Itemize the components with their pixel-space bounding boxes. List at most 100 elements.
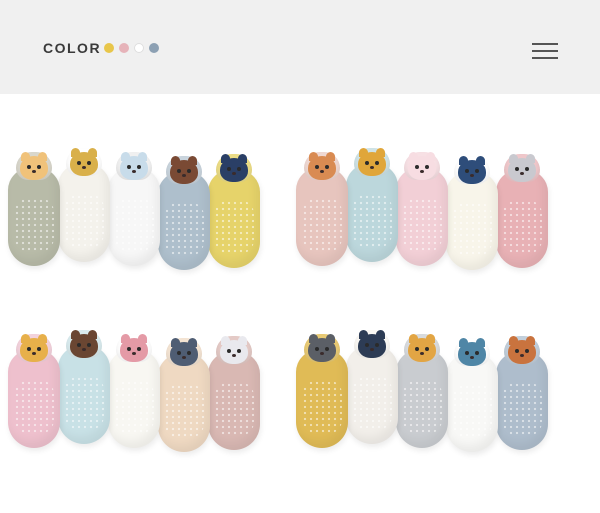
eye-icon <box>227 167 231 171</box>
nose-icon <box>82 166 86 169</box>
sock-set-2 <box>296 134 586 304</box>
dinosaur-face-icon <box>70 148 98 176</box>
sock-rabbit <box>208 330 260 450</box>
eye-icon <box>415 347 419 351</box>
nose-icon <box>420 352 424 355</box>
sock-dinosaur <box>58 142 110 262</box>
nose-icon <box>320 170 324 173</box>
sock-lion <box>8 146 60 266</box>
sock-fox <box>296 146 348 266</box>
sock-bunny <box>396 146 448 266</box>
swatch-blue-gray[interactable] <box>149 43 159 53</box>
eye-icon <box>137 165 141 169</box>
ear-icon <box>409 152 418 161</box>
eye-icon <box>465 169 469 173</box>
eye-icon <box>227 349 231 353</box>
eye-icon <box>127 347 131 351</box>
nose-icon <box>82 348 86 351</box>
bunny-face-icon <box>408 152 436 180</box>
eye-icon <box>237 167 241 171</box>
eye-icon <box>137 347 141 351</box>
swatch-pink[interactable] <box>119 43 129 53</box>
eye-icon <box>515 167 519 171</box>
ear-icon <box>238 154 247 163</box>
sock-body <box>108 168 160 266</box>
ear-icon <box>238 336 247 345</box>
pig-face-icon <box>120 334 148 362</box>
ear-icon <box>326 334 335 343</box>
sock-lion <box>8 328 60 448</box>
ear-icon <box>188 338 197 347</box>
ear-icon <box>221 154 230 163</box>
sock-body <box>108 350 160 448</box>
eye-icon <box>87 161 91 165</box>
ear-icon <box>459 338 468 347</box>
ear-icon <box>376 148 385 157</box>
ear-icon <box>188 156 197 165</box>
ear-icon <box>88 148 97 157</box>
eye-icon <box>375 161 379 165</box>
sock-body <box>496 170 548 268</box>
nose-icon <box>370 348 374 351</box>
ear-icon <box>71 148 80 157</box>
sock-set-4 <box>296 316 586 486</box>
eye-icon <box>187 169 191 173</box>
nose-icon <box>132 170 136 173</box>
sock-body <box>446 172 498 270</box>
color-swatches <box>104 43 159 53</box>
color-label: COLOR <box>43 40 102 56</box>
ear-icon <box>359 148 368 157</box>
cat-face-icon <box>508 154 536 182</box>
ear-icon <box>309 152 318 161</box>
sock-body <box>296 168 348 266</box>
ear-icon <box>509 154 518 163</box>
shiba-face-icon <box>408 334 436 362</box>
ear-icon <box>476 338 485 347</box>
ear-icon <box>138 152 147 161</box>
eye-icon <box>315 165 319 169</box>
sock-raccoon <box>296 328 348 448</box>
nose-icon <box>32 170 36 173</box>
eye-icon <box>27 347 31 351</box>
product-photo <box>0 106 600 513</box>
swatch-yellow[interactable] <box>104 43 114 53</box>
ear-icon <box>459 156 468 165</box>
nose-icon <box>232 354 236 357</box>
nose-icon <box>520 354 524 357</box>
eye-icon <box>187 351 191 355</box>
nose-icon <box>232 172 236 175</box>
eye-icon <box>315 347 319 351</box>
sock-body <box>8 168 60 266</box>
eye-icon <box>77 161 81 165</box>
sock-body <box>208 170 260 268</box>
ear-icon <box>426 334 435 343</box>
sock-body <box>396 168 448 266</box>
ear-icon <box>359 330 368 339</box>
eye-icon <box>525 167 529 171</box>
eye-icon <box>37 347 41 351</box>
dinosaur-face-icon <box>458 338 486 366</box>
ear-icon <box>426 152 435 161</box>
ear-icon <box>121 152 130 161</box>
ear-icon <box>326 152 335 161</box>
ear-icon <box>221 336 230 345</box>
ear-icon <box>88 330 97 339</box>
nose-icon <box>420 170 424 173</box>
sock-shark <box>108 146 160 266</box>
eye-icon <box>425 347 429 351</box>
raccoon-face-icon <box>308 334 336 362</box>
sock-body <box>346 164 398 262</box>
eye-icon <box>77 343 81 347</box>
lion-face-icon <box>20 334 48 362</box>
ear-icon <box>526 154 535 163</box>
swatch-white[interactable] <box>134 43 144 53</box>
ear-icon <box>121 334 130 343</box>
sock-tiger <box>346 142 398 262</box>
rabbit-face-icon <box>220 336 248 364</box>
eye-icon <box>375 343 379 347</box>
eye-icon <box>425 165 429 169</box>
eye-icon <box>415 165 419 169</box>
eye-icon <box>465 351 469 355</box>
hamburger-menu-icon[interactable] <box>532 40 558 60</box>
eye-icon <box>515 349 519 353</box>
